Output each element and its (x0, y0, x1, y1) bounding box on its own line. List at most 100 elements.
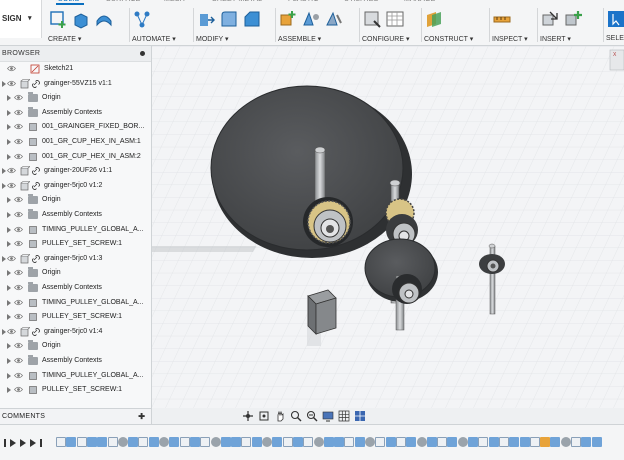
browser-item-component[interactable]: grainger-5rjc0 v1:2 (0, 179, 152, 193)
expand-arrow-icon[interactable] (7, 139, 11, 145)
browser-item-folder[interactable]: Origin (0, 339, 152, 353)
sketch-plus-icon[interactable] (48, 9, 68, 29)
browser-item-component[interactable]: grainger-5rjc0 v1:3 (0, 252, 152, 266)
visibility-eye-icon[interactable] (7, 167, 16, 174)
expand-arrow-icon[interactable] (7, 109, 11, 116)
expand-arrow-icon[interactable] (7, 153, 11, 160)
browser-item-body[interactable]: TIMING_PULLEY_GLOBAL_A... (0, 296, 152, 310)
as-built-joint-icon[interactable] (324, 9, 344, 29)
timeline-sketch-icon[interactable] (478, 437, 489, 447)
joint-icon[interactable] (301, 9, 321, 29)
visibility-eye-icon[interactable] (7, 65, 16, 72)
timeline-joint-icon[interactable] (457, 437, 468, 447)
browser-item-body[interactable]: TIMING_PULLEY_GLOBAL_A... (0, 223, 152, 237)
new-component-icon[interactable] (278, 9, 298, 29)
browser-item-body[interactable]: PULLEY_SET_SCREW:1 (0, 237, 152, 251)
expand-arrow-icon[interactable] (2, 255, 6, 262)
browser-item-component[interactable]: grainger-5rjc0 v1:4 (0, 325, 152, 339)
model-canvas[interactable]: X (152, 46, 624, 408)
expand-arrow-icon[interactable] (7, 285, 11, 291)
expand-arrow-icon[interactable] (7, 358, 11, 364)
timeline-body-icon[interactable] (97, 437, 108, 447)
expand-arrow-icon[interactable] (7, 314, 11, 321)
extrude-icon[interactable] (71, 9, 91, 29)
timeline-body-icon[interactable] (292, 437, 303, 447)
select-icon[interactable] (606, 9, 624, 29)
fillet-icon[interactable] (219, 9, 239, 29)
browser-item-sketch[interactable]: Sketch21 (0, 62, 152, 76)
expand-arrow-icon[interactable] (7, 226, 11, 233)
expand-arrow-icon[interactable] (2, 168, 6, 175)
group-label[interactable]: INSERT ▾ (540, 35, 571, 43)
browser-item-folder-plain[interactable]: Assembly Contexts (0, 106, 152, 120)
view-cube[interactable]: X (609, 49, 624, 71)
measure-icon[interactable] (492, 9, 512, 29)
group-label[interactable]: AUTOMATE ▾ (132, 35, 176, 43)
revolve-icon[interactable] (94, 9, 114, 29)
timeline-body-icon[interactable] (334, 437, 345, 447)
timeline-body-icon[interactable] (509, 437, 520, 447)
timeline-joint-icon[interactable] (159, 437, 169, 447)
browser-item-folder[interactable]: Origin (0, 91, 152, 105)
visibility-eye-icon[interactable] (14, 357, 23, 364)
visibility-eye-icon[interactable] (7, 328, 16, 335)
visibility-eye-icon[interactable] (14, 138, 23, 145)
group-label[interactable]: ASSEMBLE ▾ (278, 35, 321, 43)
group-label[interactable]: CONSTRUCT ▾ (424, 35, 473, 43)
expand-arrow-icon[interactable] (7, 372, 11, 379)
timeline-sketch-icon[interactable] (282, 437, 293, 447)
configure-icon[interactable] (362, 9, 382, 29)
tab-mesh[interactable]: MESH (164, 0, 185, 3)
timeline-body-icon[interactable] (406, 437, 417, 447)
expand-arrow-icon[interactable] (7, 212, 11, 218)
group-label[interactable]: MODIFY ▾ (196, 35, 229, 43)
offset-plane-icon[interactable] (424, 9, 444, 29)
visibility-eye-icon[interactable] (14, 153, 23, 160)
timeline-body-icon[interactable] (272, 437, 283, 447)
timeline-sketch-icon[interactable] (76, 437, 87, 447)
visibility-eye-icon[interactable] (14, 313, 23, 320)
browser-item-body[interactable]: PULLEY_SET_SCREW:1 (0, 310, 152, 324)
timeline-body-icon[interactable] (385, 437, 396, 447)
play-icon[interactable] (20, 439, 26, 447)
orbit-icon[interactable] (242, 410, 254, 422)
timeline-body-icon[interactable] (581, 437, 592, 447)
timeline-body-icon[interactable] (519, 437, 530, 447)
expand-arrow-icon[interactable] (7, 95, 11, 102)
browser-item-folder-plain[interactable]: Assembly Contexts (0, 354, 152, 368)
grid-settings-icon[interactable] (338, 410, 350, 422)
insert-mesh-icon[interactable] (563, 9, 583, 29)
browser-pin-icon[interactable] (140, 51, 145, 56)
tab-manage[interactable]: MANAGE (404, 0, 436, 3)
visibility-eye-icon[interactable] (7, 255, 16, 262)
tab-plastic[interactable]: PLASTIC (288, 0, 319, 3)
browser-item-body[interactable]: PULLEY_SET_SCREW:1 (0, 383, 152, 397)
timeline-joint-icon[interactable] (365, 437, 375, 447)
timeline-body-icon[interactable] (488, 437, 499, 447)
timeline-body-icon[interactable] (128, 437, 139, 447)
display-settings-icon[interactable] (322, 410, 334, 422)
visibility-eye-icon[interactable] (14, 269, 23, 276)
timeline-body-icon[interactable] (251, 437, 262, 447)
fit-icon[interactable] (306, 410, 318, 422)
press-pull-icon[interactable] (196, 9, 216, 29)
timeline-sketch-icon[interactable] (303, 437, 314, 447)
timeline-body-icon[interactable] (550, 437, 561, 447)
visibility-eye-icon[interactable] (14, 342, 23, 349)
expand-arrow-icon[interactable] (2, 182, 6, 189)
visibility-eye-icon[interactable] (14, 211, 23, 218)
expand-arrow-icon[interactable] (7, 387, 11, 394)
timeline-body-icon[interactable] (591, 437, 602, 447)
timeline-joint-icon[interactable] (117, 437, 128, 447)
timeline-sketch-icon[interactable] (200, 437, 211, 447)
timeline-sketch-icon[interactable] (179, 437, 190, 447)
timing-pulley-1[interactable] (303, 197, 353, 247)
visibility-eye-icon[interactable] (14, 226, 23, 233)
browser-item-folder-plain[interactable]: Assembly Contexts (0, 208, 152, 222)
expand-arrow-icon[interactable] (7, 299, 11, 306)
viewports-icon[interactable] (354, 410, 366, 422)
expand-arrow-icon[interactable] (7, 343, 11, 350)
timeline-joint-icon[interactable] (313, 437, 324, 447)
timeline-joint-icon[interactable] (210, 437, 221, 447)
go-to-start-icon[interactable] (4, 439, 6, 447)
